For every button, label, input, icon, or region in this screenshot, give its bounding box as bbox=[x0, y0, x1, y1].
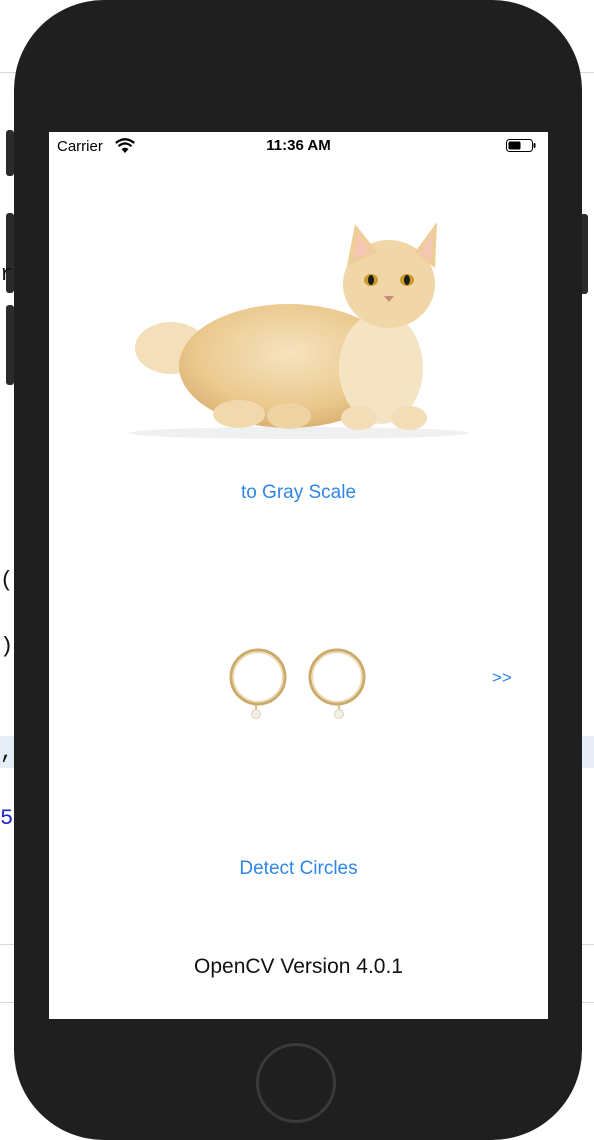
editor-marker bbox=[6, 130, 14, 176]
home-button[interactable] bbox=[256, 1043, 336, 1123]
editor-marker bbox=[6, 305, 14, 385]
opencv-version-label: OpenCV Version 4.0.1 bbox=[194, 955, 403, 978]
editor-glyph: 5 bbox=[0, 806, 14, 831]
editor-glyph: ( bbox=[0, 568, 14, 593]
editor-glyph: r bbox=[0, 262, 14, 287]
next-image-button[interactable]: >> bbox=[492, 668, 512, 688]
status-bar: Carrier 11:36 AM bbox=[49, 132, 548, 160]
editor-glyph: ) bbox=[0, 634, 14, 659]
detect-circles-button[interactable]: Detect Circles bbox=[49, 858, 548, 880]
editor-glyph: , bbox=[0, 740, 14, 765]
battery-icon bbox=[506, 139, 536, 152]
cat-image bbox=[129, 222, 469, 439]
earrings-image bbox=[229, 648, 366, 719]
gray-scale-button[interactable]: to Gray Scale bbox=[49, 482, 548, 504]
app-screen: Carrier 11:36 AM to Gray Scale >> Detect… bbox=[49, 132, 548, 1019]
status-time: 11:36 AM bbox=[266, 137, 331, 154]
